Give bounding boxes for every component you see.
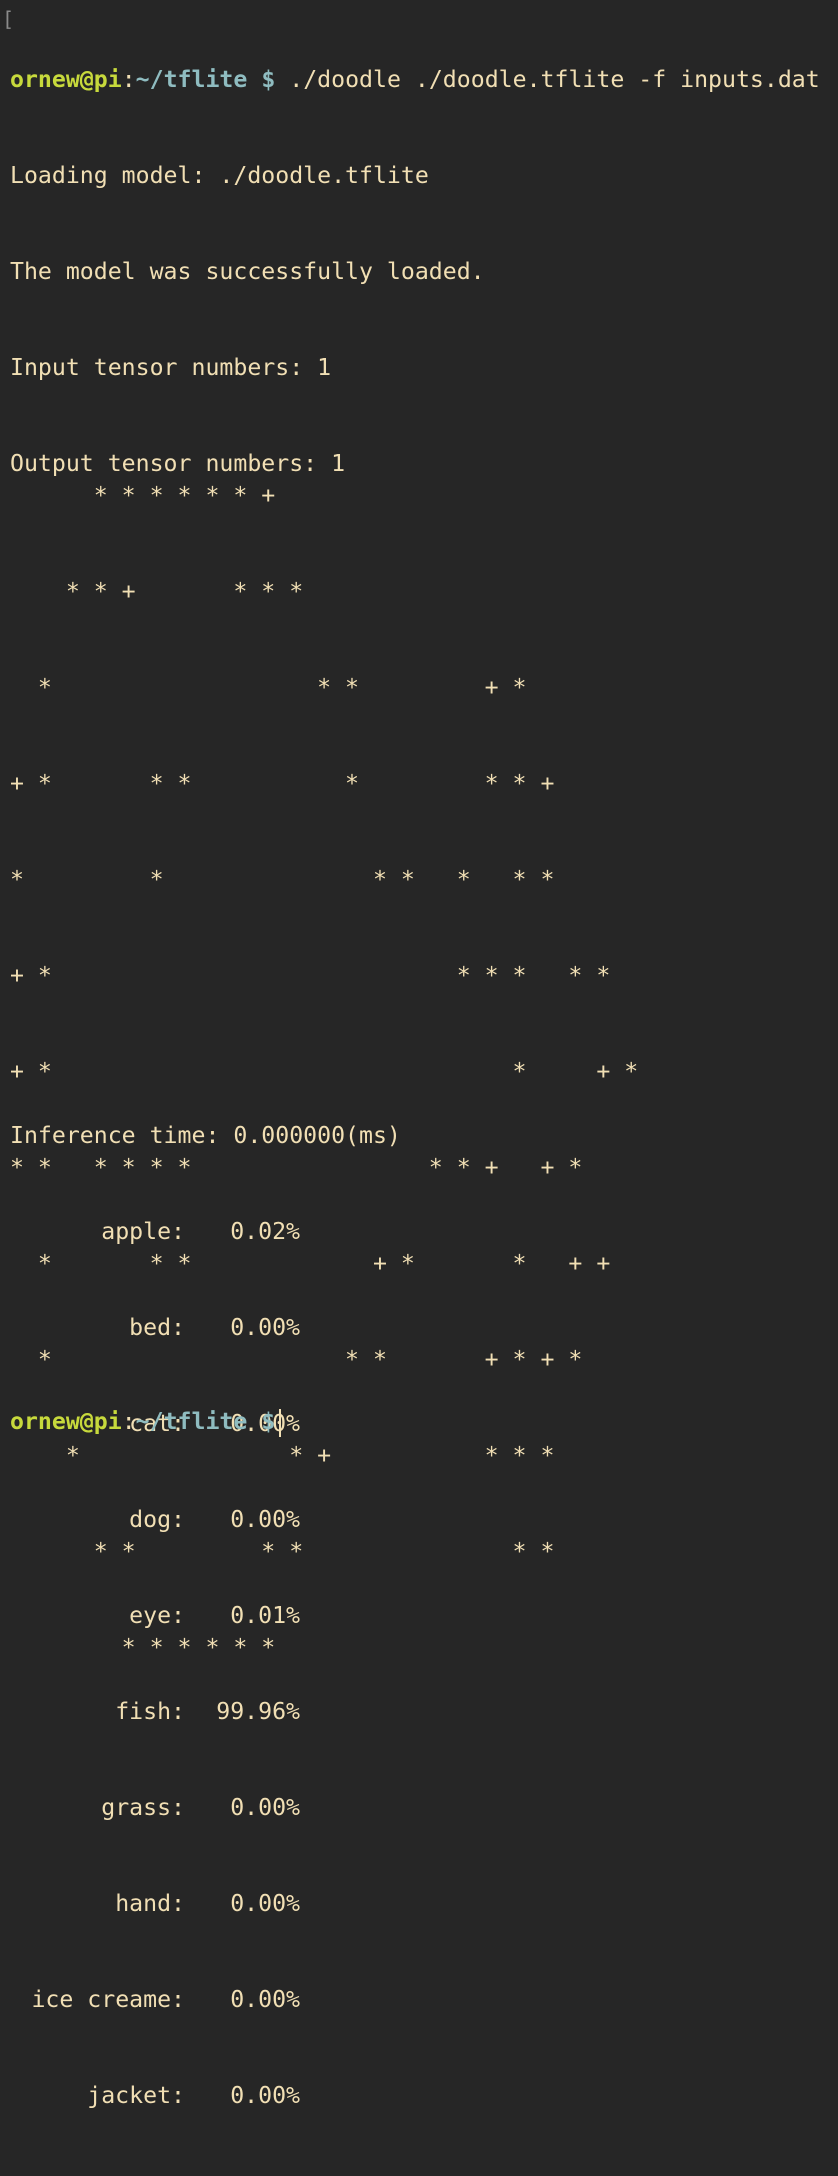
prompt-colon: : [121, 1408, 136, 1435]
result-value: 0.00% [230, 1314, 300, 1341]
active-prompt[interactable]: ornew@pi:~/tflite $ [10, 1406, 282, 1438]
command-text: ./doodle ./doodle.tflite -f inputs.dat [289, 66, 820, 93]
doodle-row: * * * * * * * [10, 866, 555, 893]
text-cursor[interactable] [279, 1408, 282, 1437]
inference-results: Inference time: 0.000000(ms) apple: 0.02%… [10, 1056, 401, 2176]
result-label: eye: [129, 1602, 185, 1629]
terminal-window[interactable]: [ ornew@pi:~/tflite $ ./doodle ./doodle.… [0, 0, 838, 2109]
result-label: apple: [101, 1218, 185, 1245]
result-row: bed: 0.00% [10, 1312, 401, 1344]
result-value: 0.00% [230, 1890, 300, 1917]
output-line: Loading model: ./doodle.tflite [10, 162, 429, 189]
result-value: 0.01% [230, 1602, 300, 1629]
result-label: bed: [129, 1314, 185, 1341]
result-row: grass: 0.00% [10, 1792, 401, 1824]
command-line: ornew@pi:~/tflite $ ./doodle ./doodle.tf… [10, 64, 820, 96]
doodle-row: * * * + * [10, 674, 527, 701]
prompt-dollar: $ [261, 66, 276, 93]
result-row: jacket: 0.00% [10, 2080, 401, 2112]
result-label: ice creame: [31, 1986, 185, 2013]
prompt-path: ~/tflite [135, 66, 248, 93]
result-value: 0.00% [230, 1986, 300, 2013]
prompt-dollar: $ [261, 1408, 276, 1435]
result-row: fish: 99.96% [10, 1696, 401, 1728]
result-value: 0.02% [230, 1218, 300, 1245]
result-label: grass: [101, 1794, 185, 1821]
result-label: fish: [115, 1698, 185, 1725]
doodle-row: + * * * * * * + [10, 770, 555, 797]
result-row: dog: 0.00% [10, 1504, 401, 1536]
doodle-row: * * + * * * [10, 578, 304, 605]
result-row: eye: 0.01% [10, 1600, 401, 1632]
result-value: 99.96% [216, 1698, 300, 1725]
output-line: The model was successfully loaded. [10, 258, 485, 285]
result-row: ice creame: 0.00% [10, 1984, 401, 2016]
result-label: hand: [115, 1890, 185, 1917]
doodle-row: * * * * * * + [10, 482, 276, 509]
prompt-path: ~/tflite [135, 1408, 248, 1435]
result-value: 0.00% [230, 1506, 300, 1533]
result-label: jacket: [87, 2082, 185, 2109]
result-value: 0.00% [230, 1794, 300, 1821]
result-label: dog: [129, 1506, 185, 1533]
output-line: Input tensor numbers: 1 [10, 354, 332, 381]
result-row: hand: 0.00% [10, 1888, 401, 1920]
prompt-user-host: ornew@pi [10, 66, 122, 93]
prompt-user-host: ornew@pi [10, 1408, 122, 1435]
prompt-colon: : [121, 66, 136, 93]
doodle-row: + * * * * * * [10, 962, 611, 989]
inference-time: Inference time: 0.000000(ms) [10, 1122, 401, 1149]
result-value: 0.00% [230, 2082, 300, 2109]
result-row: apple: 0.02% [10, 1216, 401, 1248]
